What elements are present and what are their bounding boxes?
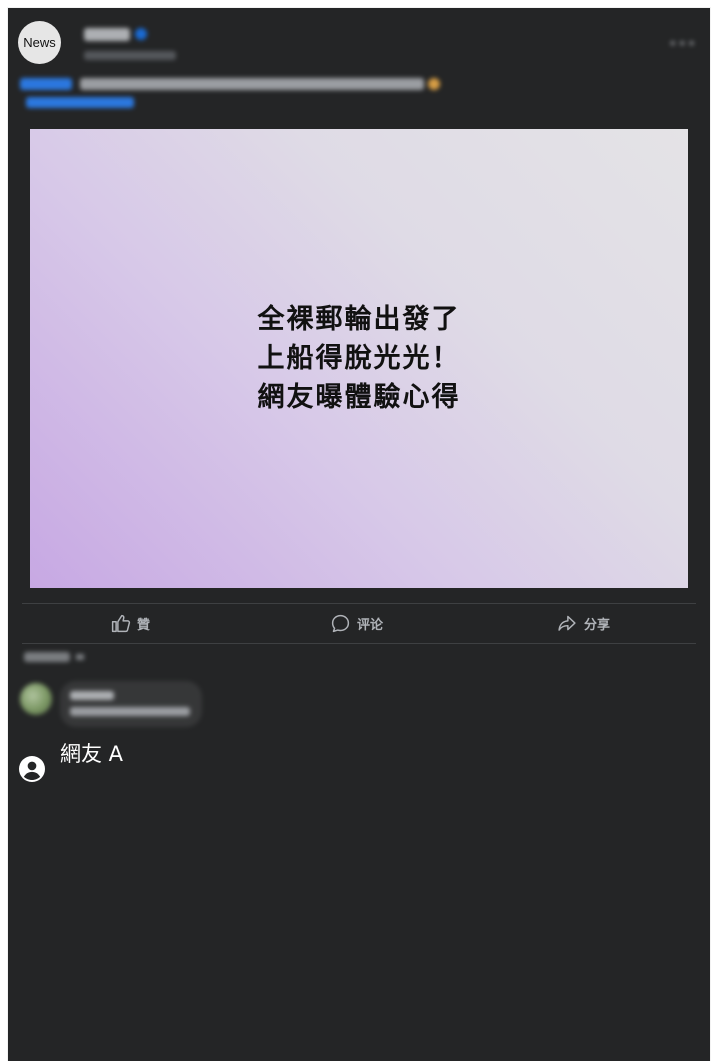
commenter-name[interactable]	[70, 691, 114, 700]
page-name-blurred[interactable]	[84, 28, 130, 41]
share-icon	[558, 615, 576, 631]
comment-text	[70, 707, 190, 716]
divider	[22, 643, 696, 644]
comment-sort-dropdown[interactable]	[24, 652, 86, 663]
chevron-down-icon	[76, 654, 84, 660]
comment-button[interactable]: 评论	[330, 610, 383, 636]
image-headline: 全裸郵輪出發了 上船得脫光光！ 網友曝體驗心得	[258, 300, 461, 417]
user-icon	[19, 756, 45, 782]
hashtag-link[interactable]	[20, 78, 72, 90]
post-caption-blurred	[20, 78, 440, 92]
sort-label	[24, 652, 70, 662]
page-avatar[interactable]: News	[18, 21, 61, 64]
post-image[interactable]: 全裸郵輪出發了 上船得脫光光！ 網友曝體驗心得	[30, 129, 688, 588]
comment-bubble	[60, 681, 202, 727]
headline-line: 網友曝體驗心得	[257, 382, 461, 413]
like-label: 贊	[137, 617, 151, 633]
more-icon[interactable]: •••	[668, 36, 696, 52]
like-button[interactable]: 贊	[110, 610, 150, 636]
headline-line: 上船得脫光光！	[257, 343, 461, 374]
comment-label: 评论	[357, 617, 384, 633]
like-icon	[111, 614, 131, 632]
share-label: 分享	[584, 617, 611, 633]
avatar-label: News	[23, 35, 56, 50]
verified-badge-icon	[135, 28, 147, 40]
comment-icon	[331, 614, 350, 632]
share-button[interactable]: 分享	[556, 610, 610, 636]
caption-text	[80, 78, 424, 90]
commenter-avatar[interactable]	[20, 683, 52, 715]
comment-user-name: 網友 A	[60, 742, 124, 766]
post-meta-blurred	[84, 51, 176, 60]
emoji-icon	[428, 78, 440, 90]
headline-line: 全裸郵輪出發了	[257, 304, 461, 335]
divider	[22, 603, 696, 604]
caption-link-blurred[interactable]	[26, 97, 134, 108]
